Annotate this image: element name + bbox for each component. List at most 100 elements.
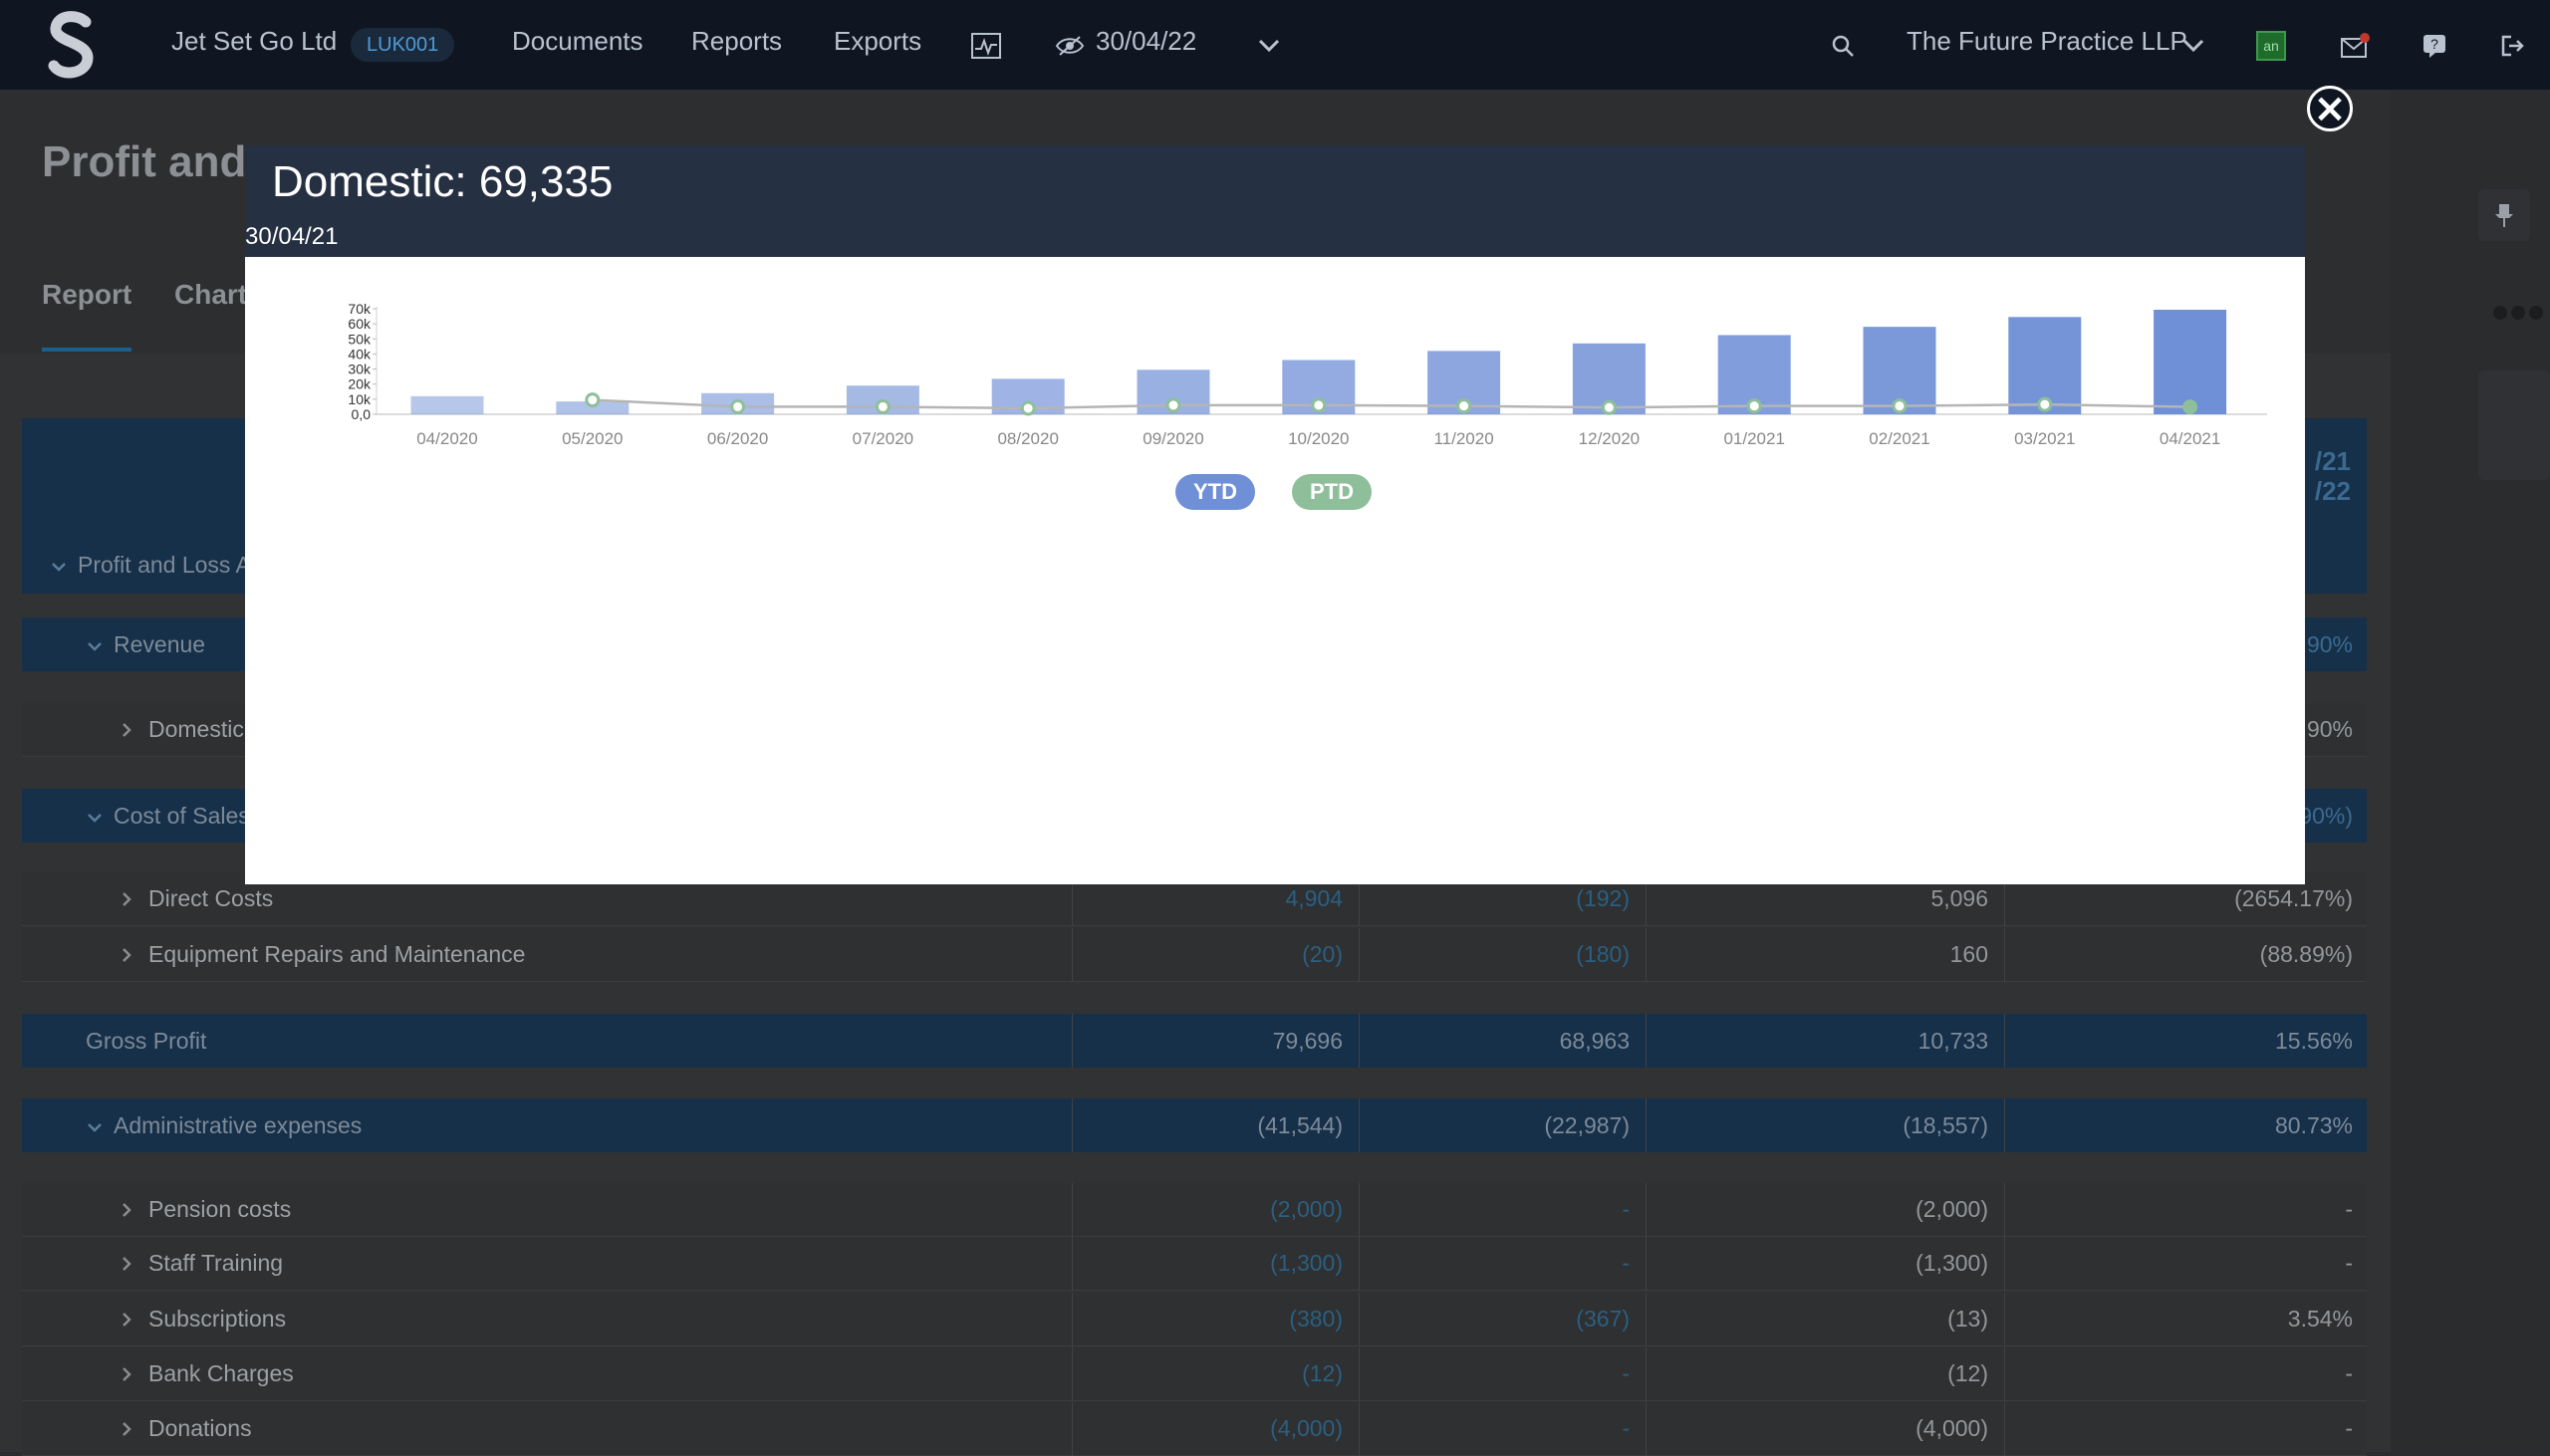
logout-icon[interactable] [2494,28,2530,64]
help-icon[interactable]: ? [2417,28,2452,64]
nav-reports[interactable]: Reports [691,26,782,57]
value-col-3: (18,557) [1903,1111,1988,1138]
value-col-1: 79,696 [1272,1027,1343,1054]
cell-divider [1646,1098,1647,1152]
cell-divider [1646,1293,1647,1346]
value-col-4: (88.89%) [2259,941,2353,967]
tab-chart[interactable]: Chart [174,279,247,311]
legend-ptd[interactable]: PTD [1292,474,1372,510]
row-label: Subscriptions [148,1306,287,1332]
chevron-down-icon[interactable] [88,811,102,825]
cell-divider [1072,1402,1073,1456]
row-label: Staff Training [148,1250,284,1276]
cell-divider [1646,1402,1647,1456]
table-row[interactable]: Bank Charges (12) - (12) - [22,1347,2367,1401]
user-avatar[interactable]: an [2253,28,2289,64]
period-date[interactable]: 30/04/22 [1096,26,1196,57]
line-ptd [592,398,2190,410]
active-tab-underline [42,348,131,352]
row-label: Domestic [148,716,244,742]
value-col-2[interactable]: - [1622,1415,1630,1442]
chevron-right-icon[interactable] [120,1367,133,1381]
cell-divider [1072,928,1073,982]
row-label: Gross Profit [86,1027,207,1054]
cell-divider [2004,1014,2005,1068]
mail-icon[interactable] [2337,28,2373,64]
table-row[interactable]: Subscriptions (380) (367) (13) 3.54% [22,1293,2367,1346]
cell-divider [1359,1293,1360,1346]
chevron-down-icon[interactable] [88,1120,102,1134]
chevron-right-icon[interactable] [120,723,133,737]
x-tick-label: 05/2020 [562,429,623,448]
y-tick-label: 40k [348,346,372,362]
practice-name[interactable]: The Future Practice LLP [1907,26,2187,57]
point-ptd [875,398,891,414]
value-col-2[interactable]: - [1622,1196,1630,1223]
value-col-1[interactable]: (2,000) [1270,1196,1343,1223]
cell-divider [1646,1014,1647,1068]
app-logo[interactable] [48,10,96,80]
close-button[interactable]: × [2307,86,2353,131]
value-col-2[interactable]: - [1622,1360,1630,1387]
modal-header: Domestic: 69,335 30/04/21 [245,145,2305,257]
people-icon[interactable] [2490,303,2550,327]
search-icon[interactable] [1825,28,1861,64]
value-col-1[interactable]: (1,300) [1270,1250,1343,1277]
value-col-1[interactable]: (12) [1302,1360,1343,1387]
bar-line-chart: 70k60k50k40k30k20k10k0,0 04/2020 05/2020 06… [348,301,2267,448]
value-col-1[interactable]: 4,904 [1285,885,1343,912]
cell-divider [2004,1402,2005,1456]
legend-ytd[interactable]: YTD [1175,474,1255,510]
value-col-1[interactable]: (20) [1302,941,1343,968]
row-administrative-expenses[interactable]: Administrative expenses (41,544) (22,987… [22,1098,2367,1152]
value-col-1: (41,544) [1257,1111,1343,1138]
y-tick-label: 20k [348,376,372,392]
practice-chevron-down-icon[interactable] [2175,28,2211,64]
chevron-down-icon[interactable] [52,560,66,574]
row-gross-profit: Gross Profit 79,696 68,963 10,733 15.56% [22,1014,2367,1068]
chevron-right-icon[interactable] [120,1257,133,1271]
hidden-eye-icon[interactable] [1052,28,1088,64]
chevron-down-icon[interactable] [88,639,102,653]
chevron-right-icon[interactable] [120,948,133,962]
value-col-2[interactable]: (192) [1576,885,1630,912]
value-col-2[interactable]: (367) [1576,1306,1630,1333]
point-ptd [1165,397,1181,413]
x-tick-label: 04/2020 [416,429,477,448]
x-tick-label: 02/2021 [1869,429,1929,448]
table-row[interactable]: Donations (4,000) - (4,000) - [22,1402,2367,1456]
chevron-right-icon[interactable] [120,1422,133,1436]
pin-icon[interactable] [2478,189,2530,241]
table-row[interactable]: Equipment Repairs and Maintenance (20) (… [22,928,2367,982]
chevron-down-icon[interactable] [1251,28,1287,64]
tab-report[interactable]: Report [42,279,131,311]
point-ptd [1601,399,1617,415]
chevron-right-icon[interactable] [120,1203,133,1217]
value-col-4: - [2345,1196,2353,1222]
x-tick-label: 11/2020 [1433,429,1493,448]
table-row[interactable]: Pension costs (2,000) - (2,000) - [22,1183,2367,1237]
chevron-right-icon[interactable] [120,1313,133,1327]
value-col-2[interactable]: (180) [1576,941,1630,968]
x-tick-label: 09/2020 [1143,429,1203,448]
cell-divider [1072,1347,1073,1401]
row-label: Revenue [114,630,206,657]
cell-divider [2004,1347,2005,1401]
table-row[interactable]: Staff Training (1,300) - (1,300) - [22,1237,2367,1291]
y-tick-label: 10k [348,391,372,407]
nav-exports[interactable]: Exports [834,26,921,57]
activity-chart-icon[interactable] [968,28,1004,64]
value-col-1[interactable]: (4,000) [1270,1415,1343,1442]
point-ptd [1020,400,1036,416]
value-col-4: - [2345,1415,2353,1441]
value-col-3: 5,096 [1930,885,1988,911]
nav-documents[interactable]: Documents [512,26,643,57]
point-ptd [1456,398,1472,414]
cell-divider [2004,1183,2005,1237]
chevron-right-icon[interactable] [120,892,133,906]
section-label: Profit and Loss A [78,552,251,578]
cell-divider [1359,928,1360,982]
value-col-1[interactable]: (380) [1289,1306,1343,1333]
company-name[interactable]: Jet Set Go Ltd [171,26,337,57]
value-col-2[interactable]: - [1622,1250,1630,1277]
